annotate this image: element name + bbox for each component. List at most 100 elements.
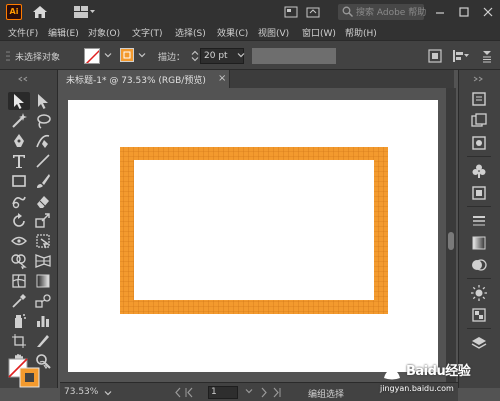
type-tool[interactable] (10, 152, 28, 170)
symbol-sprayer-tool[interactable] (10, 312, 28, 330)
mesh-tool[interactable] (10, 272, 28, 290)
pen-icon (14, 134, 24, 147)
layers-stack-icon (471, 337, 487, 349)
menu-window[interactable]: 窗口(W) (302, 26, 336, 39)
tools-panel-collapse-icon[interactable] (18, 76, 38, 82)
close-tab-icon[interactable]: × (218, 73, 226, 84)
type-t-icon (13, 155, 25, 168)
stroke-panel-button[interactable] (470, 212, 488, 230)
gradient-panel-button[interactable] (470, 234, 488, 252)
transparency-panel-button[interactable] (470, 256, 488, 274)
perspective-grid-tool[interactable] (34, 252, 52, 270)
vertical-scrollbar-thumb[interactable] (448, 232, 454, 250)
zoom-level[interactable]: 73.53% (64, 387, 98, 397)
perspective-grid-icon (35, 254, 51, 268)
eraser-tool[interactable] (34, 192, 52, 210)
symbols-panel-button[interactable] (470, 162, 488, 180)
selection-tool[interactable] (10, 92, 28, 110)
maximize-icon[interactable] (456, 4, 472, 20)
libraries-icon (471, 113, 487, 127)
mesh-icon (12, 274, 26, 288)
orange-grid-frame[interactable] (118, 146, 390, 316)
lasso-tool[interactable] (34, 112, 52, 130)
free-transform-tool[interactable] (34, 232, 52, 250)
menu-select[interactable]: 选择(S) (175, 26, 206, 39)
rectangle-icon (12, 175, 26, 187)
search-icon (342, 6, 353, 17)
paintbrush-icon (37, 174, 50, 188)
artboard-number-input[interactable]: 1 (208, 386, 238, 399)
align-options-icon[interactable] (452, 48, 470, 64)
column-graph-tool[interactable] (34, 312, 52, 330)
menu-effect[interactable]: 效果(C) (217, 26, 248, 39)
menu-object[interactable]: 对象(O) (88, 26, 120, 39)
document-tab[interactable]: 未标题-1* @ 73.53% (RGB/预览) × (60, 70, 230, 88)
graphic-styles-panel-button[interactable] (470, 306, 488, 324)
shape-builder-tool[interactable] (10, 252, 28, 270)
stroke-label: 描边： (158, 53, 186, 63)
zoom-dropdown-icon[interactable] (104, 389, 112, 397)
fill-swatch[interactable] (84, 48, 100, 64)
stroke-swatch[interactable] (120, 48, 134, 62)
blend-tool[interactable] (34, 292, 52, 310)
artboards-icon (472, 186, 486, 200)
appearance-panel-button[interactable] (470, 284, 488, 302)
width-tool[interactable] (10, 232, 28, 250)
shape-builder-icon (11, 254, 27, 270)
shaper-icon (12, 196, 26, 209)
menu-view[interactable]: 视图(V) (258, 26, 289, 39)
slice-tool[interactable] (34, 332, 52, 350)
eraser-icon (37, 196, 49, 208)
appearance-sun-icon (471, 285, 487, 301)
control-panel-menu-icon[interactable] (481, 49, 493, 63)
control-bar: 未选择对象 描边： 20 pt (0, 40, 500, 70)
stroke-dropdown-icon[interactable] (138, 51, 146, 59)
line-segment-tool[interactable] (34, 152, 52, 170)
close-window-icon[interactable] (480, 4, 496, 20)
menu-type[interactable]: 文字(T) (132, 26, 163, 39)
pen-tool[interactable] (10, 132, 28, 150)
rectangle-tool[interactable] (10, 172, 28, 190)
magic-wand-tool[interactable] (10, 112, 28, 130)
title-bar: Ai 搜索 Adobe 帮助 (0, 0, 500, 24)
scale-tool[interactable] (34, 212, 52, 230)
artboard-prev-buttons[interactable] (120, 387, 200, 398)
paintbrush-tool[interactable] (34, 172, 52, 190)
document-tab-title: 未标题-1* @ 73.53% (RGB/预览) (66, 76, 206, 86)
watermark-brand: Baidu经验 (406, 364, 471, 379)
libraries-panel-button[interactable] (470, 112, 488, 130)
search-placeholder: 搜索 Adobe 帮助 (356, 8, 427, 18)
share-icon[interactable] (306, 5, 320, 19)
minimize-icon[interactable] (432, 4, 448, 20)
layers-panel-button[interactable] (470, 134, 488, 152)
help-search-input[interactable]: 搜索 Adobe 帮助 (338, 4, 427, 20)
panel-grip-icon[interactable] (6, 50, 10, 62)
dock-collapse-icon[interactable] (473, 76, 487, 82)
menu-file[interactable]: 文件(F) (8, 26, 38, 39)
menu-help[interactable]: 帮助(H) (345, 26, 377, 39)
artboards-panel-button[interactable] (470, 184, 488, 202)
variable-width-profile-dropdown[interactable] (252, 48, 336, 64)
shaper-tool[interactable] (10, 192, 28, 210)
menu-edit[interactable]: 编辑(E) (48, 26, 79, 39)
symbol-sprayer-icon (15, 314, 26, 328)
document-setup-icon[interactable] (427, 48, 443, 64)
layers-stack-panel-button[interactable] (470, 334, 488, 352)
fill-dropdown-icon[interactable] (104, 51, 112, 59)
artboard-tool[interactable] (10, 332, 28, 350)
artboard-next-buttons[interactable] (244, 387, 294, 398)
stroke-weight-dropdown-icon[interactable] (237, 51, 245, 59)
fill-stroke-widget[interactable] (6, 356, 56, 388)
club-symbol-icon (472, 164, 486, 178)
properties-panel-button[interactable] (470, 90, 488, 108)
selection-arrow-icon (14, 94, 24, 109)
home-icon[interactable] (32, 5, 48, 19)
arrange-documents-icon[interactable] (284, 5, 298, 19)
rotate-tool[interactable] (10, 212, 28, 230)
stroke-weight-stepper-icon[interactable] (191, 50, 199, 62)
direct-selection-tool[interactable] (34, 92, 52, 110)
curvature-tool[interactable] (34, 132, 52, 150)
workspace-layout-icon[interactable] (74, 6, 96, 18)
gradient-tool[interactable] (34, 272, 52, 290)
eyedropper-tool[interactable] (10, 292, 28, 310)
